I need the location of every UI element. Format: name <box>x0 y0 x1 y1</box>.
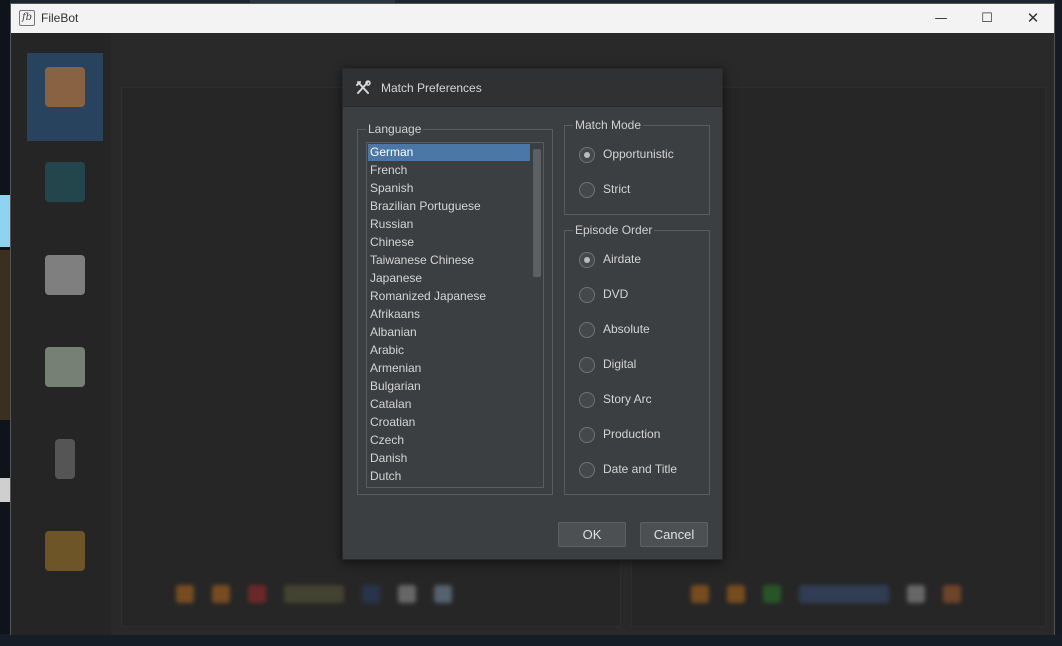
language-option[interactable]: Afrikaans <box>368 306 530 323</box>
language-group: Language German French Spanish Brazilian Po… <box>357 122 553 495</box>
radio-button[interactable] <box>579 462 595 478</box>
match-mode-legend: Match Mode <box>573 118 644 132</box>
tools-icon <box>356 80 371 94</box>
dialog-titlebar[interactable]: Match Preferences <box>343 69 722 107</box>
dialog-title: Match Preferences <box>381 81 482 95</box>
radio-button[interactable] <box>579 427 595 443</box>
language-option[interactable]: Danish <box>368 450 530 467</box>
filebot-logo-icon: fb <box>19 10 35 26</box>
radio-label: Airdate <box>603 252 642 266</box>
language-option[interactable]: Spanish <box>368 180 530 197</box>
radio-button[interactable] <box>579 357 595 373</box>
radio-label: Digital <box>603 357 637 371</box>
cancel-button[interactable]: Cancel <box>640 522 708 547</box>
radio-label: Strict <box>603 182 631 196</box>
language-option[interactable]: Chinese <box>368 234 530 251</box>
language-option[interactable]: Japanese <box>368 270 530 287</box>
language-option[interactable]: German <box>368 144 530 161</box>
close-button[interactable]: ✕ <box>1010 4 1056 33</box>
radio-label: DVD <box>603 287 629 301</box>
match-mode-group: Match Mode Opportunistic Strict <box>564 118 710 215</box>
language-list[interactable]: German French Spanish Brazilian Portuguese R… <box>366 142 544 488</box>
desktop-background-image <box>0 250 10 420</box>
language-option[interactable]: Taiwanese Chinese <box>368 252 530 269</box>
language-legend: Language <box>366 122 424 136</box>
episode-order-group: Episode Order Airdate DVD Absolute Digital S… <box>564 223 710 495</box>
language-option[interactable]: French <box>368 162 530 179</box>
radio-button[interactable] <box>579 147 595 163</box>
language-option[interactable]: Dutch <box>368 468 530 485</box>
language-option[interactable]: Brazilian Portuguese <box>368 198 530 215</box>
language-option[interactable]: Armenian <box>368 360 530 377</box>
language-option[interactable]: Romanized Japanese <box>368 288 530 305</box>
language-option[interactable]: Czech <box>368 432 530 449</box>
match-preferences-dialog: Match Preferences Language German French S… <box>342 68 723 560</box>
radio-button[interactable] <box>579 392 595 408</box>
window-titlebar[interactable]: fb FileBot — ☐ ✕ <box>11 4 1054 33</box>
radio-button[interactable] <box>579 252 595 268</box>
taskbar-edge <box>0 634 1062 646</box>
desktop-background-right <box>1055 0 1062 646</box>
language-option[interactable]: Croatian <box>368 414 530 431</box>
desktop-background-label <box>0 478 10 502</box>
episode-order-legend: Episode Order <box>573 223 655 237</box>
desktop-background-tile <box>0 195 10 247</box>
language-option[interactable]: Bulgarian <box>368 378 530 395</box>
window-title: FileBot <box>41 11 79 25</box>
minimize-button[interactable]: — <box>918 4 964 33</box>
language-scrollbar-thumb[interactable] <box>533 149 541 277</box>
language-option[interactable]: Arabic <box>368 342 530 359</box>
language-option[interactable]: Albanian <box>368 324 530 341</box>
radio-label: Date and Title <box>603 462 678 476</box>
radio-button[interactable] <box>579 322 595 338</box>
ok-button[interactable]: OK <box>558 522 626 547</box>
language-option[interactable]: Catalan <box>368 396 530 413</box>
radio-label: Opportunistic <box>603 147 674 161</box>
radio-button[interactable] <box>579 182 595 198</box>
radio-button[interactable] <box>579 287 595 303</box>
language-option[interactable]: Russian <box>368 216 530 233</box>
radio-label: Absolute <box>603 322 650 336</box>
maximize-button[interactable]: ☐ <box>964 4 1010 33</box>
radio-label: Production <box>603 427 661 441</box>
radio-label: Story Arc <box>603 392 652 406</box>
